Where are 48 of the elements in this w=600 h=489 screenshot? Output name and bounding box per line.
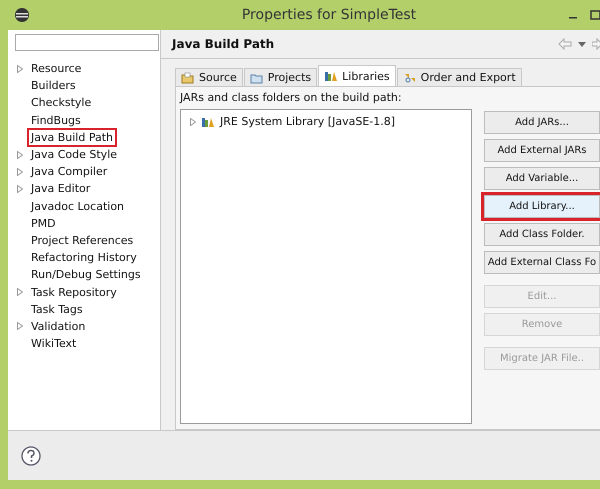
- sidebar-item[interactable]: Run/Debug Settings: [27, 265, 145, 284]
- sidebar-item[interactable]: Task Tags: [27, 300, 87, 319]
- library-list[interactable]: JRE System Library [JavaSE-1.8]: [180, 109, 472, 424]
- action-button[interactable]: Add Class Folder.: [484, 223, 600, 246]
- sidebar-item[interactable]: WikiText: [27, 334, 80, 354]
- forward-arrow-icon[interactable]: [592, 38, 600, 50]
- help-icon[interactable]: [21, 446, 41, 466]
- action-button[interactable]: Add External JARs: [484, 139, 600, 162]
- list-label: JARs and class folders on the build path:: [180, 91, 403, 106]
- tab[interactable]: Libraries: [318, 65, 396, 86]
- sidebar-item[interactable]: Java Editor: [27, 179, 94, 198]
- back-arrow-icon[interactable]: [558, 38, 572, 50]
- filter-field[interactable]: [15, 34, 159, 51]
- books-icon: [324, 70, 338, 82]
- window-title: Properties for SimpleTest: [240, 7, 418, 23]
- window-menu-icon[interactable]: [14, 7, 30, 23]
- books-icon: [201, 116, 215, 128]
- expand-arrow-icon[interactable]: [190, 118, 196, 126]
- sidebar-item[interactable]: Javadoc Location: [27, 196, 128, 216]
- expand-arrow-icon[interactable]: [17, 288, 23, 296]
- tab[interactable]: Projects: [244, 68, 318, 86]
- dropdown-caret-icon[interactable]: [578, 42, 586, 46]
- action-button[interactable]: Add Variable...: [484, 167, 600, 190]
- sidebar-item[interactable]: Java Compiler: [27, 162, 112, 182]
- page-title: Java Build Path: [172, 37, 274, 51]
- sidebar-item[interactable]: Validation: [27, 316, 90, 336]
- folder-icon: [181, 72, 195, 84]
- action-button[interactable]: Add JARs...: [484, 111, 600, 134]
- sidebar-item[interactable]: Java Code Style: [27, 145, 122, 164]
- sidebar-item[interactable]: Task Repository: [27, 282, 121, 302]
- action-button[interactable]: Add External Class Fo: [484, 251, 600, 274]
- expand-arrow-icon[interactable]: [17, 322, 23, 330]
- sidebar-item[interactable]: Builders: [27, 76, 80, 96]
- expand-arrow-icon[interactable]: [17, 64, 23, 73]
- arrows-icon: [402, 72, 417, 84]
- sidebar-item[interactable]: Java Build Path: [27, 128, 118, 147]
- action-button[interactable]: Add Library...: [484, 195, 600, 218]
- sidebar-item[interactable]: Resource: [27, 59, 86, 78]
- sidebar-item[interactable]: Refactoring History: [27, 248, 141, 268]
- library-item[interactable]: JRE System Library [JavaSE-1.8]: [220, 115, 396, 128]
- maximize-icon[interactable]: [590, 10, 600, 20]
- sidebar-item[interactable]: Project References: [27, 230, 138, 250]
- sidebar-item[interactable]: PMD: [27, 214, 60, 233]
- tab[interactable]: Source: [175, 68, 243, 86]
- folder-icon: [250, 72, 264, 84]
- sidebar-item[interactable]: FindBugs: [27, 110, 85, 130]
- sidebar-item[interactable]: Checkstyle: [27, 93, 96, 112]
- tab[interactable]: Order and Export: [396, 68, 522, 86]
